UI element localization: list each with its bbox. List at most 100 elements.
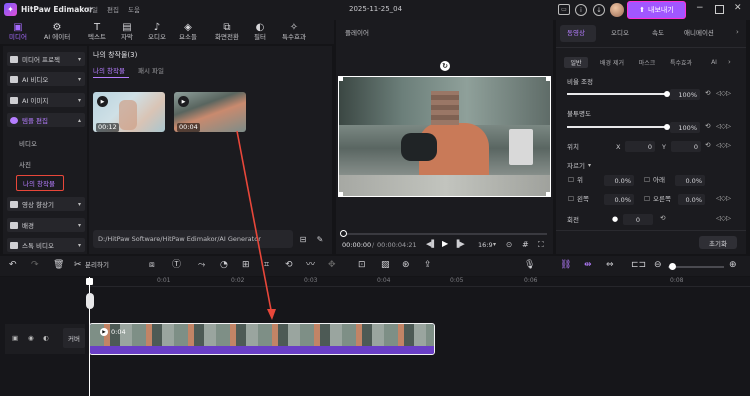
scale-reset-icon[interactable]: ⟲ <box>705 90 710 97</box>
subtab-general[interactable]: 일반 <box>564 57 588 68</box>
reverse-icon[interactable]: ⟲ <box>285 260 293 270</box>
sidebar-subitem-video[interactable]: 비디오 <box>19 138 37 148</box>
magnet-icon[interactable]: ⇹ <box>584 260 592 270</box>
keyframe-icon[interactable]: ◁◇▷ <box>716 142 731 149</box>
play-icon[interactable]: ▶ <box>97 96 108 107</box>
position-y-field[interactable]: 0 <box>671 141 701 152</box>
tool-elements[interactable]: ◈ 요소들 <box>173 22 203 43</box>
maximize-icon[interactable] <box>715 5 724 14</box>
tab-my-creations[interactable]: 나의 창작물 <box>93 68 125 75</box>
preview-progress-track[interactable] <box>342 233 547 235</box>
resize-handle[interactable] <box>338 76 343 81</box>
tab-audio[interactable]: 오디오 <box>611 30 629 37</box>
tab-speed[interactable]: 속도 <box>652 30 664 37</box>
microphone-icon[interactable]: 🎙 <box>524 260 535 270</box>
redo-icon[interactable]: ↷ <box>31 260 39 270</box>
tool-filter[interactable]: ◐ 필터 <box>245 22 275 43</box>
link-icon[interactable]: ⛓ <box>560 260 571 270</box>
cover-button[interactable]: 커버 <box>63 328 85 348</box>
ripple-icon[interactable]: ⇔ <box>606 260 614 270</box>
tab-animation[interactable]: 애니메이션 <box>684 30 714 37</box>
track-marker-handle[interactable] <box>86 293 94 309</box>
minimize-icon[interactable]: − <box>696 4 704 13</box>
tab-video[interactable]: 동영상 <box>567 30 585 37</box>
sidebar-item-stock-video[interactable]: 스톡 비디오 ▾ <box>7 238 85 252</box>
crop-bottom-field[interactable]: 0.0% <box>675 175 705 186</box>
zoom-slider[interactable] <box>668 266 724 268</box>
tool-media[interactable]: ▣ 미디어 <box>3 22 33 43</box>
speed-ramp-icon[interactable]: ◔ <box>220 260 228 270</box>
play-icon[interactable]: ▶ <box>178 96 189 107</box>
avatar[interactable] <box>610 3 624 17</box>
reset-button[interactable]: 초기화 <box>699 236 737 249</box>
sidebar-item-template-edit[interactable]: 템플 편집 ▴ <box>7 113 85 127</box>
undo-icon[interactable]: ↶ <box>9 260 17 270</box>
opacity-value[interactable]: 100% <box>670 122 700 133</box>
delete-icon[interactable]: 🗑 <box>53 260 64 270</box>
mark-icon[interactable]: ⧈ <box>149 260 155 270</box>
subtab-ai[interactable]: AI <box>706 57 722 68</box>
image-tool-icon[interactable]: ▨ <box>381 260 390 270</box>
rotate-handle-icon[interactable]: ↻ <box>440 61 450 71</box>
menu-help[interactable]: 도움 <box>128 7 140 14</box>
sidebar-subitem-photo[interactable]: 사진 <box>19 159 31 169</box>
keyframe-icon[interactable]: ◁◇▷ <box>716 123 731 130</box>
close-icon[interactable]: ✕ <box>734 4 742 13</box>
text-tool-icon[interactable]: Ⓣ <box>172 260 181 270</box>
split-icon[interactable]: ✂ <box>74 260 82 270</box>
preview-progress-thumb[interactable] <box>340 230 347 237</box>
media-thumbnail[interactable]: ▶ 00:04 <box>174 92 246 132</box>
menu-file[interactable]: 파일 <box>86 7 98 14</box>
export-frame-icon[interactable]: ⊡ <box>358 260 366 270</box>
crop-left-field[interactable]: 0.0% <box>604 194 634 205</box>
ai-tool-icon[interactable]: ⊛ <box>402 260 410 270</box>
zoom-out-icon[interactable]: ⊖ <box>654 260 662 270</box>
prev-frame-icon[interactable]: ◀▌ <box>426 241 437 248</box>
sidebar-subitem-my-creations[interactable]: 나의 창작물 <box>16 175 64 191</box>
audio-wave-icon[interactable]: 〰 <box>306 260 315 270</box>
snapshot-icon[interactable]: ⊙ <box>506 241 512 249</box>
resize-handle[interactable] <box>338 192 343 197</box>
track-visibility-icon[interactable]: ◉ <box>28 335 34 342</box>
keyframe-icon[interactable]: ◁◇▷ <box>716 215 731 222</box>
tool-audio[interactable]: ♪ 오디오 <box>142 22 172 43</box>
output-path-field[interactable]: D:/HitPaw Software/HitPaw Edimakor/AI Ge… <box>93 230 293 248</box>
edit-path-icon[interactable]: ✎ <box>314 233 326 245</box>
rotate-reset-icon[interactable]: ⟲ <box>660 215 665 222</box>
sidebar-item-ai-video[interactable]: AI 비디오 ▾ <box>7 72 85 86</box>
tool-effects[interactable]: ✧ 특수효과 <box>277 22 311 43</box>
play-button[interactable]: ▶ <box>442 240 448 248</box>
opacity-reset-icon[interactable]: ⟲ <box>705 123 710 130</box>
keyframe-icon[interactable]: ◁◇▷ <box>716 195 731 202</box>
menu-edit[interactable]: 편집 <box>107 7 119 14</box>
scale-value[interactable]: 100% <box>670 89 700 100</box>
rotate-dial-icon[interactable]: ● <box>612 216 618 223</box>
move-icon[interactable]: ✥ <box>328 260 336 270</box>
text-to-speech-icon[interactable]: ⇪ <box>424 260 432 270</box>
tool-subtitle[interactable]: ▤ 자막 <box>112 22 142 43</box>
resize-handle[interactable] <box>546 192 551 197</box>
layout-icon[interactable]: ▭ <box>558 4 570 15</box>
panel-more-icon[interactable]: › <box>736 29 739 36</box>
tab-cache-files[interactable]: 패시 파일 <box>138 68 164 75</box>
crop-right-field[interactable]: 0.0% <box>678 194 705 205</box>
info-icon[interactable]: i <box>575 4 587 16</box>
aspect-ratio-select[interactable]: 16:9 <box>478 242 493 249</box>
fit-icon[interactable]: ⊏⊐ <box>631 260 646 270</box>
clip-play-icon[interactable]: ▶ <box>100 328 108 336</box>
subtab-mask[interactable]: 마스크 <box>633 57 661 68</box>
crop-top-field[interactable]: 0.0% <box>604 175 634 186</box>
crop-tool-icon[interactable]: ⌗ <box>264 260 269 270</box>
sidebar-item-video-enhancer[interactable]: 영상 향상기 ▾ <box>7 197 85 211</box>
grid-icon[interactable]: # <box>522 241 529 249</box>
video-clip[interactable]: ▶ 0:04 <box>89 323 435 355</box>
resize-handle[interactable] <box>546 76 551 81</box>
track-audio-icon[interactable]: ◐ <box>43 335 49 342</box>
next-frame-icon[interactable]: ▐▶ <box>454 241 465 248</box>
split-label[interactable]: 분리하기 <box>85 262 109 269</box>
tool-ai-creator[interactable]: ⚙ AI 에이터 <box>42 22 72 43</box>
playhead-handle[interactable] <box>86 278 93 285</box>
keyframe-icon[interactable]: ◁◇▷ <box>716 90 731 97</box>
speed-icon[interactable]: ⤳ <box>198 260 205 270</box>
subtab-bg-remove[interactable]: 배경 제거 <box>595 57 629 68</box>
